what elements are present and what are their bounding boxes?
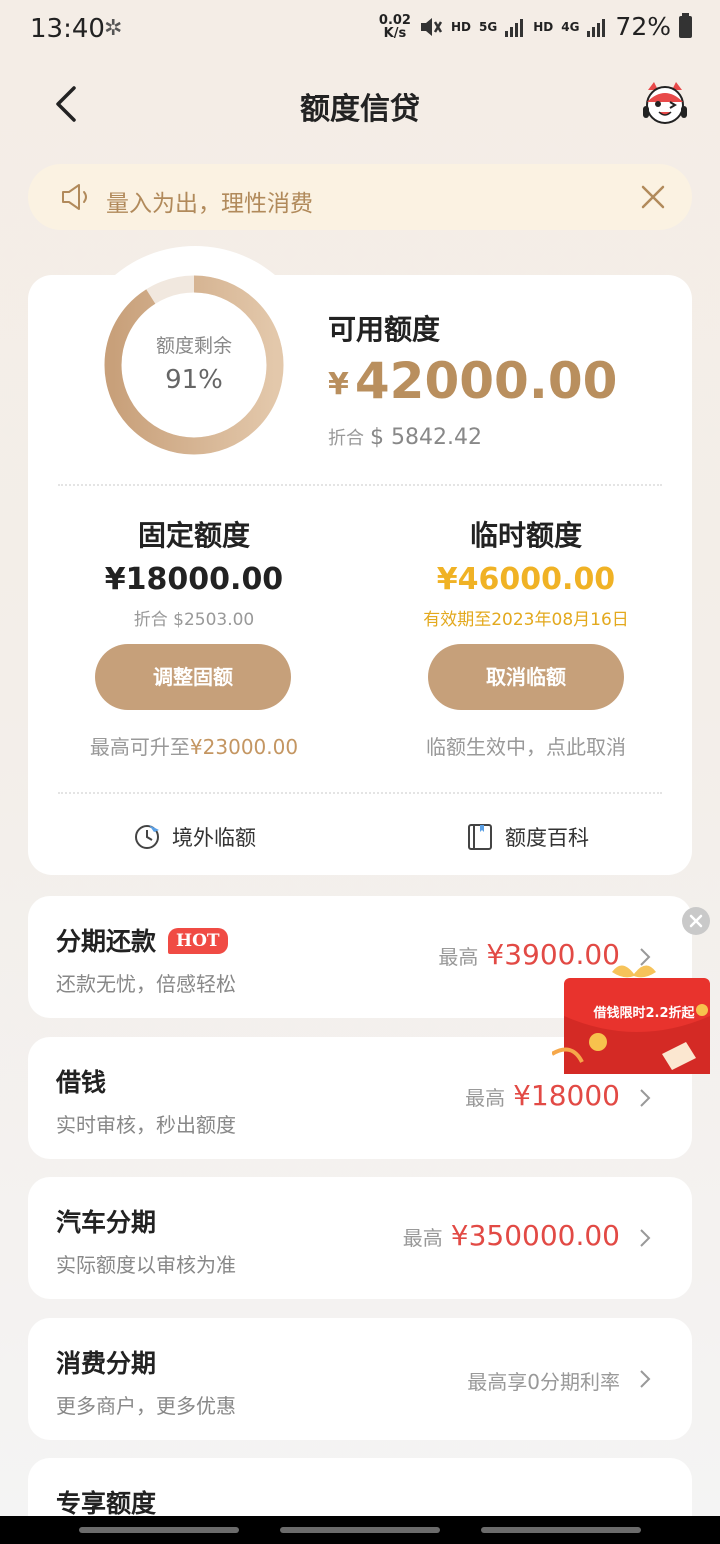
cancel-temp-button[interactable]: 取消临额: [428, 644, 624, 710]
net-speed-unit: K/s: [383, 25, 407, 41]
card-title: 分期还款 HOT: [56, 922, 228, 958]
net-speed: 0.02 K/s: [379, 14, 411, 40]
credit-wiki-link[interactable]: 额度百科: [465, 820, 589, 854]
battery-icon: [679, 12, 692, 38]
available-amount-value: 42000.00: [354, 352, 618, 410]
card-title: 汽车分期: [56, 1208, 157, 1237]
nav-back-button[interactable]: [481, 1527, 641, 1533]
max-prefix: 最高: [465, 1086, 506, 1110]
speaker-icon: [62, 184, 87, 210]
notice-banner: 量入为出，理性消费: [28, 164, 692, 230]
consumer-installment-card[interactable]: 消费分期 更多商户，更多优惠 最高享0分期利率: [28, 1318, 692, 1440]
hd-label-2: HD: [533, 19, 554, 34]
system-nav-bar: [0, 1516, 720, 1544]
adjust-fixed-button[interactable]: 调整固额: [95, 644, 291, 710]
fixed-upgrade-hint[interactable]: 最高可升至¥23000.00: [44, 731, 344, 760]
close-icon[interactable]: [638, 182, 668, 212]
max-amount: ¥350000.00: [450, 1219, 620, 1252]
hint-prefix: 最高可升至: [89, 735, 190, 759]
chevron-right-icon: [640, 1370, 651, 1388]
credit-wiki-label: 额度百科: [505, 826, 589, 850]
mute-icon: [420, 17, 443, 36]
temp-cancel-hint[interactable]: 临额生效中，点此取消: [376, 731, 676, 760]
mascot-avatar-icon[interactable]: [640, 78, 690, 128]
promo-close-button[interactable]: [682, 907, 710, 935]
fixed-credit-converted: 折合 $2503.00: [133, 610, 255, 630]
page-title: 额度信贷: [300, 92, 420, 127]
temp-credit-amount: ¥46000.00: [436, 562, 616, 597]
hot-badge: HOT: [168, 928, 228, 954]
status-bar: 13:40 ✲ 0.02 K/s HD 5G HD 4G 72%: [0, 0, 720, 62]
card-title: 借钱: [56, 1068, 107, 1097]
fixed-credit-title: 固定额度: [137, 519, 250, 552]
car-installment-card[interactable]: 汽车分期 实际额度以审核为准 最高 ¥350000.00: [28, 1177, 692, 1299]
battery-percent: 72%: [615, 12, 671, 41]
ring-label: 额度剩余: [155, 335, 232, 357]
header: 额度信贷: [0, 70, 720, 140]
overseas-temp-credit-label: 境外临额: [172, 826, 256, 850]
card-title-text: 分期还款: [56, 927, 157, 956]
max-prefix: 最高: [438, 945, 479, 969]
available-credit-amount: ¥42000.00: [328, 352, 617, 410]
fixed-credit-amount: ¥18000.00: [104, 562, 284, 597]
chevron-right-icon: [640, 1089, 651, 1107]
currency-symbol: ¥: [328, 367, 349, 402]
converted-amount: $ 5842.42: [370, 425, 482, 450]
nav-home-button[interactable]: [280, 1527, 440, 1533]
max-prefix: 最高: [402, 1226, 443, 1250]
close-icon: [689, 914, 703, 928]
ring-value: 91%: [165, 365, 223, 395]
converted-label: 折合: [328, 428, 364, 449]
status-time: 13:40: [30, 14, 105, 44]
card-subtitle: 实时审核，秒出额度: [56, 1113, 236, 1137]
temp-credit-validity: 有效期至2023年08月16日: [423, 610, 629, 630]
divider-2: [58, 792, 662, 794]
nav-recent-button[interactable]: [79, 1527, 239, 1533]
divider: [58, 484, 662, 486]
max-amount: ¥18000: [513, 1079, 620, 1112]
card-max-rate: 最高享0分期利率: [467, 1370, 620, 1394]
fixed-credit-section: 固定额度 ¥18000.00 折合 $2503.00: [44, 514, 344, 630]
signal-icon-2: [587, 18, 606, 37]
card-max-amount: 最高 ¥350000.00: [403, 1219, 620, 1252]
available-credit-label: 可用额度: [328, 313, 441, 346]
card-title: 专享额度: [56, 1489, 157, 1518]
plane-clock-icon: [135, 825, 159, 849]
card-subtitle: 实际额度以审核为准: [56, 1253, 236, 1277]
promo-text: 借钱限时2.2折起: [593, 1006, 695, 1021]
chevron-right-icon: [640, 1229, 651, 1247]
notice-text: 量入为出，理性消费: [106, 191, 313, 217]
card-subtitle: 还款无忧，倍感轻松: [56, 972, 236, 996]
status-right: 0.02 K/s HD 5G HD 4G 72%: [379, 12, 692, 41]
card-max-amount: 最高 ¥18000: [465, 1079, 620, 1112]
temp-credit-title: 临时额度: [469, 519, 582, 552]
signal-icon: [505, 18, 524, 37]
available-converted: 折合 $ 5842.42: [328, 424, 482, 450]
book-icon: [468, 824, 492, 850]
card-title: 消费分期: [56, 1349, 157, 1378]
temp-credit-section: 临时额度 ¥46000.00 有效期至2023年08月16日: [376, 514, 676, 630]
card-subtitle: 更多商户，更多优惠: [56, 1394, 236, 1418]
overseas-temp-credit-link[interactable]: 境外临额: [132, 820, 256, 854]
signal-5g-label: 5G: [479, 19, 498, 34]
net-speed-value: 0.02: [378, 12, 411, 28]
flower-icon: ✲: [104, 16, 123, 41]
hd-label: HD: [450, 19, 471, 34]
signal-4g-label: 4G: [561, 19, 580, 34]
hint-amount: ¥23000.00: [189, 735, 299, 759]
